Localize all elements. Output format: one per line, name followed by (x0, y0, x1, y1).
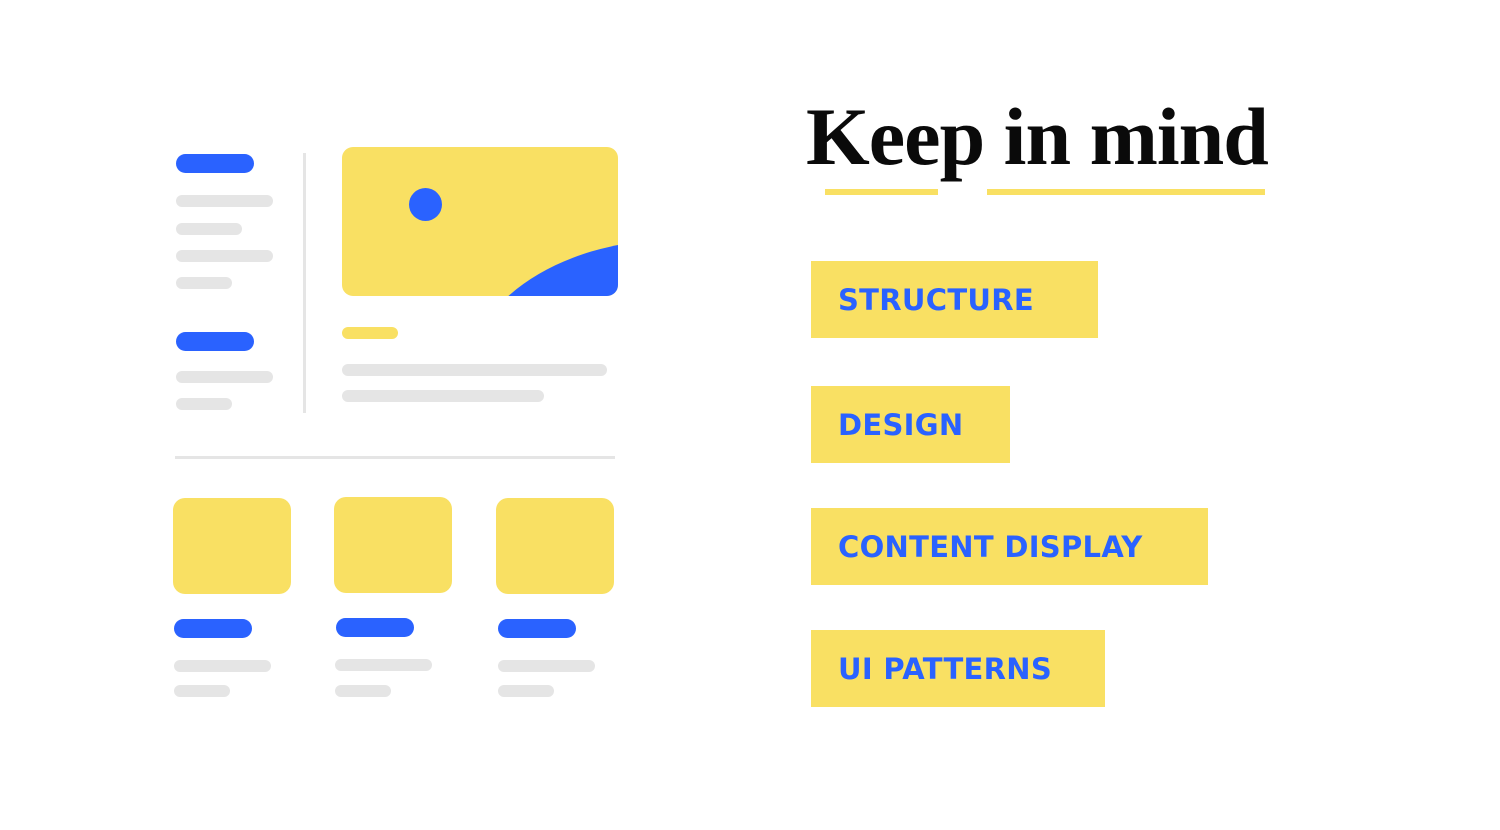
card-title-placeholder (174, 619, 252, 638)
hero-text-line-placeholder (342, 364, 607, 376)
card-line-placeholder (335, 659, 432, 671)
card-title-placeholder (336, 618, 414, 637)
sun-shape (409, 188, 442, 221)
horizontal-divider (175, 456, 615, 459)
topic-tag-ui-patterns: UI PATTERNS (811, 630, 1105, 707)
sidebar-line-placeholder (176, 223, 242, 235)
card-line-placeholder (174, 660, 271, 672)
hero-text-line-placeholder (342, 390, 544, 402)
card-image-placeholder (496, 498, 614, 594)
card-line-placeholder (498, 660, 595, 672)
hill-shape (462, 240, 618, 296)
sidebar-line-placeholder (176, 398, 232, 410)
image-placeholder-icon (342, 147, 618, 296)
topic-tag-design: DESIGN (811, 386, 1010, 463)
hero-tag-placeholder (342, 327, 398, 339)
sidebar-line-placeholder (176, 371, 273, 383)
page-title: Keep in mind (806, 91, 1269, 182)
topic-tag-content-display: CONTENT DISPLAY (811, 508, 1208, 585)
card-title-placeholder (498, 619, 576, 638)
card-line-placeholder (174, 685, 230, 697)
title-underline (825, 189, 938, 195)
sidebar-heading-placeholder (176, 154, 254, 173)
vertical-divider (303, 153, 306, 413)
card-image-placeholder (334, 497, 452, 593)
sidebar-line-placeholder (176, 277, 232, 289)
card-line-placeholder (335, 685, 391, 697)
card-line-placeholder (498, 685, 554, 697)
title-underline (987, 189, 1265, 195)
topic-tag-structure: STRUCTURE (811, 261, 1098, 338)
sidebar-line-placeholder (176, 250, 273, 262)
card-image-placeholder (173, 498, 291, 594)
sidebar-line-placeholder (176, 195, 273, 207)
sidebar-heading-placeholder (176, 332, 254, 351)
